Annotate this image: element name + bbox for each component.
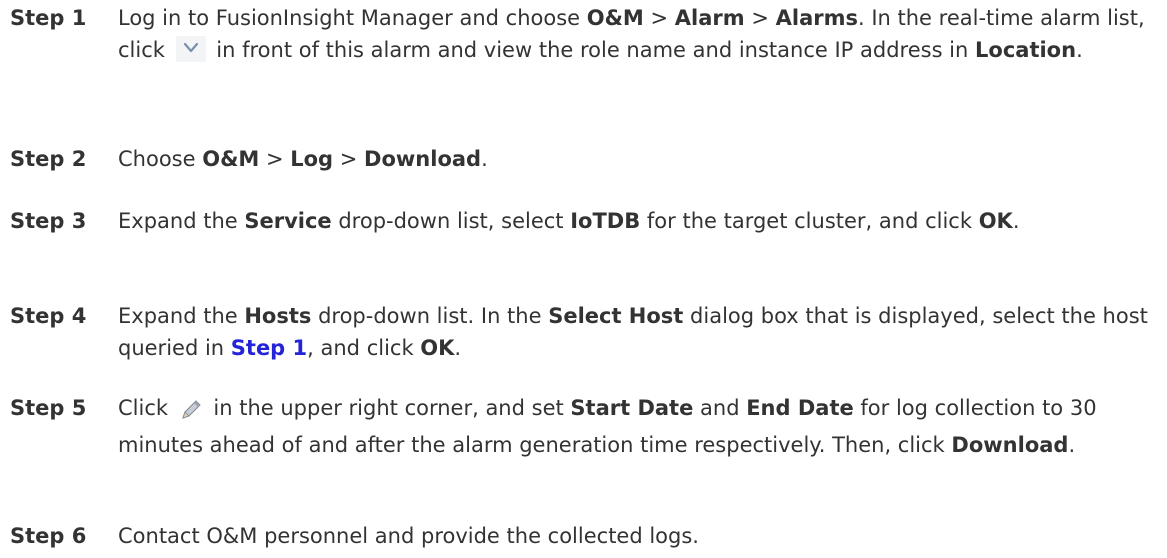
step-text: drop-down list, select [331, 209, 571, 233]
step-text: for the target cluster, and click [640, 209, 979, 233]
step-body: Log in to FusionInsight Manager and choo… [118, 2, 1155, 66]
step-text: and [693, 396, 747, 420]
step-label: Step 1 [10, 6, 87, 30]
step-body: Contact O&M personnel and provide the co… [118, 520, 1155, 552]
step-text: , and click [307, 336, 421, 360]
ui-term: OK [978, 209, 1013, 233]
ui-term: Alarm [674, 6, 745, 30]
ui-term: Log [290, 147, 334, 171]
chevron-down-icon[interactable] [175, 36, 206, 62]
step-text: . [454, 336, 462, 360]
step-text: Click [118, 396, 175, 420]
ui-term: End Date [746, 396, 854, 420]
ui-term: OK [420, 336, 455, 360]
step-label: Step 5 [10, 396, 87, 420]
step-text: Expand the [118, 209, 245, 233]
step-body: Choose O&M > Log > Download. [118, 143, 1155, 175]
step-label: Step 6 [10, 524, 87, 548]
ui-term: Download [951, 433, 1069, 457]
step-text: Log in to FusionInsight Manager and choo… [118, 6, 587, 30]
step-label: Step 2 [10, 147, 87, 171]
step-label: Step 4 [10, 304, 87, 328]
step-text: > [643, 6, 675, 30]
step-text: . [1076, 38, 1083, 62]
ui-term: Hosts [244, 304, 312, 328]
step-text: > [333, 147, 365, 171]
pencil-icon[interactable] [179, 397, 203, 429]
ui-term: O&M [202, 147, 260, 171]
step-body: Expand the Hosts drop-down list. In the … [118, 300, 1155, 364]
step-text: > [259, 147, 291, 171]
step-text: in the upper right corner, and set [206, 396, 571, 420]
ui-term: Start Date [570, 396, 694, 420]
step-text: in front of this alarm and view the role… [209, 38, 976, 62]
ui-term: Download [364, 147, 482, 171]
step-text: Choose [118, 147, 203, 171]
step-link[interactable]: Step 1 [231, 336, 307, 360]
step-body: Click in the upper right corner, and set… [118, 392, 1155, 461]
step-text: Expand the [118, 304, 245, 328]
step-text: . [1068, 433, 1076, 457]
step-text: . [1012, 209, 1020, 233]
procedure-steps: Step 1 Log in to FusionInsight Manager a… [0, 0, 1167, 558]
step-text: . [481, 147, 488, 171]
step-text: drop-down list. In the [311, 304, 549, 328]
ui-term: Select Host [548, 304, 684, 328]
step-text: Contact O&M personnel and provide the co… [118, 524, 699, 548]
ui-term: O&M [586, 6, 644, 30]
step-label: Step 3 [10, 209, 87, 233]
ui-term: IoTDB [570, 209, 641, 233]
step-body: Expand the Service drop-down list, selec… [118, 205, 1155, 237]
step-text: > [744, 6, 776, 30]
ui-term: Alarms [775, 6, 858, 30]
ui-term: Service [244, 209, 332, 233]
ui-term: Location [975, 38, 1077, 62]
